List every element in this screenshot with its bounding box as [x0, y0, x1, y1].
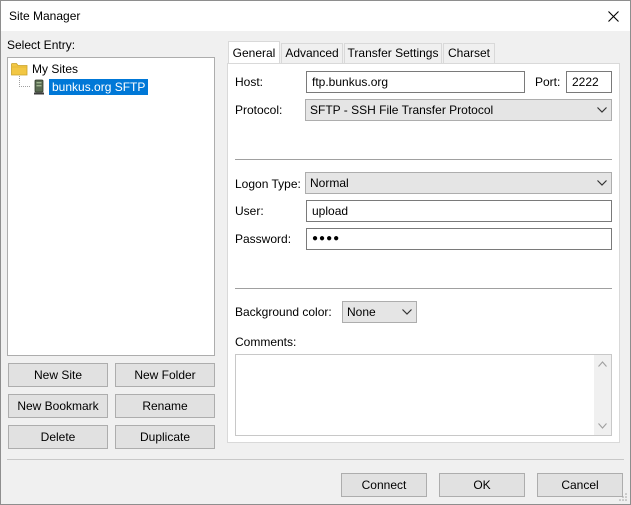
- close-button[interactable]: [596, 1, 630, 31]
- ok-button[interactable]: OK: [439, 473, 525, 497]
- site-manager-window: Site Manager Select Entry: My Sites bunk…: [0, 0, 631, 505]
- tab-general[interactable]: General: [228, 41, 280, 63]
- window-title: Site Manager: [9, 9, 81, 23]
- background-color-label: Background color:: [235, 305, 332, 319]
- user-input[interactable]: upload: [306, 200, 612, 222]
- background-color-select-value: None: [347, 305, 376, 319]
- protocol-select[interactable]: SFTP - SSH File Transfer Protocol: [305, 99, 612, 121]
- scroll-down-icon[interactable]: [598, 423, 607, 429]
- port-input[interactable]: 2222: [566, 71, 612, 93]
- host-label: Host:: [235, 75, 264, 89]
- comments-label: Comments:: [235, 335, 297, 349]
- tab-advanced[interactable]: Advanced: [281, 43, 343, 63]
- logon-type-select[interactable]: Normal: [305, 172, 612, 194]
- protocol-select-value: SFTP - SSH File Transfer Protocol: [310, 103, 494, 117]
- comments-scrollbar[interactable]: [594, 355, 611, 435]
- background-color-select[interactable]: None: [342, 301, 417, 323]
- tree-connector: [19, 76, 31, 87]
- cancel-button[interactable]: Cancel: [537, 473, 623, 497]
- logon-type-select-value: Normal: [310, 176, 349, 190]
- host-input[interactable]: ftp.bunkus.org: [306, 71, 525, 93]
- new-bookmark-button[interactable]: New Bookmark: [8, 394, 108, 418]
- tab-transfer-settings[interactable]: Transfer Settings: [344, 43, 442, 63]
- user-label: User:: [235, 204, 264, 218]
- tab-charset[interactable]: Charset: [443, 43, 495, 63]
- connect-button[interactable]: Connect: [341, 473, 427, 497]
- select-entry-label: Select Entry:: [7, 38, 76, 52]
- separator: [235, 159, 612, 160]
- folder-icon: [11, 63, 28, 76]
- site-tree[interactable]: My Sites bunkus.org SFTP: [7, 57, 215, 356]
- password-label: Password:: [235, 232, 292, 246]
- title-bar: Site Manager: [1, 1, 630, 31]
- chevron-down-icon: [597, 173, 607, 193]
- close-icon: [607, 10, 619, 22]
- tree-item-label: bunkus.org SFTP: [49, 79, 149, 95]
- logon-type-label: Logon Type:: [235, 177, 301, 191]
- password-input[interactable]: ●●●●: [306, 228, 612, 250]
- scroll-up-icon[interactable]: [598, 361, 607, 367]
- rename-button[interactable]: Rename: [115, 394, 215, 418]
- comments-textarea[interactable]: [235, 354, 612, 436]
- chevron-down-icon: [597, 100, 607, 120]
- separator: [235, 288, 612, 289]
- tree-item-bunkus-sftp[interactable]: bunkus.org SFTP: [32, 78, 149, 96]
- server-icon: [34, 79, 44, 95]
- delete-button[interactable]: Delete: [8, 425, 108, 449]
- protocol-label: Protocol:: [235, 103, 283, 117]
- tree-item-label: My Sites: [32, 62, 79, 76]
- resize-grip-icon[interactable]: [618, 492, 628, 502]
- new-site-button[interactable]: New Site: [8, 363, 108, 387]
- new-folder-button[interactable]: New Folder: [115, 363, 215, 387]
- chevron-down-icon: [402, 302, 412, 322]
- footer-separator: [7, 459, 624, 460]
- port-label: Port:: [535, 75, 561, 89]
- duplicate-button[interactable]: Duplicate: [115, 425, 215, 449]
